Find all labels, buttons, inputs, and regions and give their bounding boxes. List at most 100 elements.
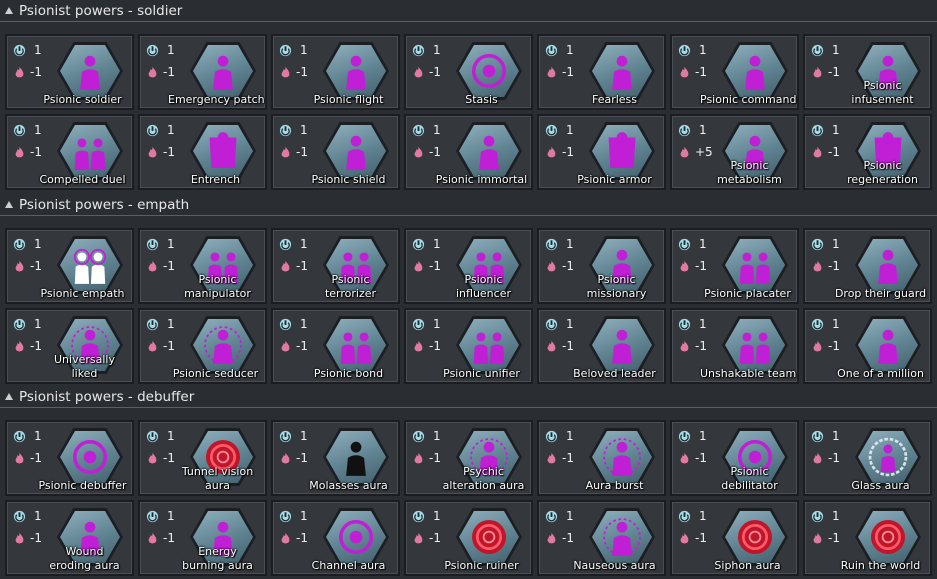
flame-icon [414,452,423,463]
cost-value: 1 [300,317,308,331]
channel-icon [323,508,389,566]
power-card[interactable]: 1 -1 Glass aura [803,420,932,496]
power-icon [412,318,425,330]
power-card[interactable]: 1 -1 Psionic manipulator [138,228,267,304]
power-icon [545,318,558,330]
power-card[interactable]: 1 +5 Psionic metabolism [670,114,799,190]
power-card[interactable]: 1 -1 Psionic terrorizer [271,228,400,304]
cost-stat: 1 [678,237,707,251]
power-card[interactable]: 1 -1 Psionic placater [670,228,799,304]
power-card[interactable]: 1 -1 Psionic commando [670,34,799,110]
power-card[interactable]: 1 -1 Psionic flight [271,34,400,110]
section-header[interactable]: Psionist powers - debuffer [0,386,937,408]
power-label: One of a million [837,367,924,380]
power-card[interactable]: 1 -1 Psionic influencer [404,228,533,304]
power-card[interactable]: 1 -1 Siphon aura [670,500,799,576]
power-card[interactable]: 1 -1 Compelled duel [5,114,134,190]
upkeep-value: +5 [695,145,713,159]
power-label: Stasis [465,93,498,106]
bandage-icon [190,42,256,100]
power-label: Psionic infusement [851,79,914,106]
upkeep-value: -1 [695,339,707,353]
power-card[interactable]: 1 -1 Ruin the world [803,500,932,576]
armor-icon [589,122,655,180]
power-card[interactable]: 1 -1 Psionic shield [271,114,400,190]
power-icon [412,510,425,522]
power-card[interactable]: 1 -1 Psionic soldier [5,34,134,110]
power-card[interactable]: 1 -1 Psionic debilitator [670,420,799,496]
power-card[interactable]: 1 -1 One of a million [803,308,932,384]
upkeep-stat: -1 [545,259,574,273]
upkeep-stat: -1 [279,145,308,159]
power-label: Compelled duel [39,173,126,186]
power-icon [811,124,824,136]
power-icon [678,44,691,56]
power-card[interactable]: 1 -1 Entrench [138,114,267,190]
upkeep-stat: -1 [412,531,441,545]
upkeep-stat: -1 [811,531,840,545]
flame-icon [813,452,822,463]
power-card[interactable]: 1 -1 Emergency patch [138,34,267,110]
power-card[interactable]: 1 -1 Psionic ruiner [404,500,533,576]
flame-icon [813,146,822,157]
power-card[interactable]: 1 -1 Tunnel vision aura [138,420,267,496]
upkeep-stat: -1 [811,65,840,79]
power-icon [146,510,159,522]
power-card[interactable]: 1 -1 Unshakable team [670,308,799,384]
power-card[interactable]: 1 -1 Psionic empath [5,228,134,304]
power-label: Ruin the world [840,559,921,572]
power-card[interactable]: 1 -1 Stasis [404,34,533,110]
section-header[interactable]: Psionist powers - soldier [0,0,937,22]
power-card[interactable]: 1 -1 Channel aura [271,500,400,576]
power-card[interactable]: 1 -1 Energy burning aura [138,500,267,576]
collapse-triangle-icon[interactable] [5,201,13,208]
power-card[interactable]: 1 -1 Psionic unifier [404,308,533,384]
upkeep-stat: -1 [678,451,707,465]
flame-icon [148,340,157,351]
upkeep-value: -1 [30,259,42,273]
nauseous-icon [589,508,655,566]
power-card[interactable]: 1 -1 Wound eroding aura [5,500,134,576]
cost-stat: 1 [545,509,574,523]
section-header[interactable]: Psionist powers - empath [0,194,937,216]
flame-icon [680,146,689,157]
power-card[interactable]: 1 -1 Aura burst [537,420,666,496]
collapse-triangle-icon[interactable] [5,7,13,14]
collapse-triangle-icon[interactable] [5,393,13,400]
flame-icon [414,66,423,77]
power-label: Psionic seducer [172,367,259,380]
power-card[interactable]: 1 -1 Psionic debuffer [5,420,134,496]
upkeep-stat: -1 [545,531,574,545]
power-icon [811,238,824,250]
power-card[interactable]: 1 -1 Universally liked [5,308,134,384]
power-card[interactable]: 1 -1 Psionic immortal [404,114,533,190]
cost-value: 1 [566,123,574,137]
cost-stat: 1 [279,237,308,251]
upkeep-stat: -1 [279,65,308,79]
power-card[interactable]: 1 -1 Psionic missionary [537,228,666,304]
power-card[interactable]: 1 -1 Fearless [537,34,666,110]
power-card[interactable]: 1 -1 Psionic infusement [803,34,932,110]
flame-icon [15,452,24,463]
power-card[interactable]: 1 -1 Psionic bond [271,308,400,384]
power-label: Psionic regeneration [847,159,918,186]
upkeep-value: -1 [296,451,308,465]
cost-value: 1 [34,43,42,57]
cost-value: 1 [699,317,707,331]
power-card[interactable]: 1 -1 Drop their guard [803,228,932,304]
power-label: Wound eroding aura [49,545,120,572]
power-card[interactable]: 1 -1 Molasses aura [271,420,400,496]
power-card[interactable]: 1 -1 Beloved leader [537,308,666,384]
flame-icon [813,340,822,351]
power-icon [545,44,558,56]
upkeep-value: -1 [429,451,441,465]
upkeep-stat: -1 [678,531,707,545]
power-label: Psionic debuffer [38,479,127,492]
power-label: Beloved leader [573,367,656,380]
power-card[interactable]: 1 -1 Psionic seducer [138,308,267,384]
power-card[interactable]: 1 -1 Psychic alteration aura [404,420,533,496]
cost-value: 1 [34,237,42,251]
power-card[interactable]: 1 -1 Psionic armor [537,114,666,190]
power-card[interactable]: 1 -1 Psionic regeneration [803,114,932,190]
power-card[interactable]: 1 -1 Nauseous aura [537,500,666,576]
